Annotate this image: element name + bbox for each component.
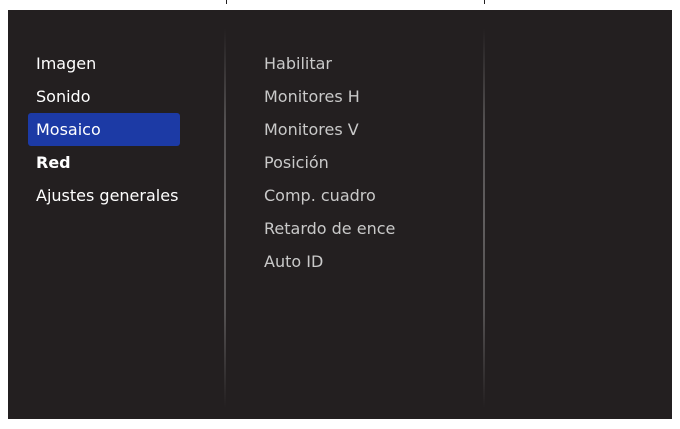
main-menu: Imagen Sonido Mosaico Red Ajustes genera… xyxy=(28,47,180,212)
column-divider-right xyxy=(483,28,485,408)
top-tick-left xyxy=(226,0,227,4)
menu-item-ajustes-generales[interactable]: Ajustes generales xyxy=(28,179,180,212)
submenu-item-posicion[interactable]: Posición xyxy=(264,146,464,179)
top-tick-right xyxy=(484,0,485,4)
submenu-item-monitores-h[interactable]: Monitores H xyxy=(264,80,464,113)
menu-item-sonido[interactable]: Sonido xyxy=(28,80,180,113)
submenu-item-auto-id[interactable]: Auto ID xyxy=(264,245,464,278)
column-divider-left xyxy=(224,28,226,408)
submenu-item-retardo-de-ence[interactable]: Retardo de ence xyxy=(264,212,464,245)
menu-item-imagen[interactable]: Imagen xyxy=(28,47,180,80)
submenu: Habilitar Monitores H Monitores V Posici… xyxy=(264,47,464,278)
menu-item-red[interactable]: Red xyxy=(28,146,180,179)
osd-menu-screen: Imagen Sonido Mosaico Red Ajustes genera… xyxy=(8,10,672,419)
submenu-item-monitores-v[interactable]: Monitores V xyxy=(264,113,464,146)
submenu-item-comp-cuadro[interactable]: Comp. cuadro xyxy=(264,179,464,212)
menu-item-mosaico[interactable]: Mosaico xyxy=(28,113,180,146)
submenu-item-habilitar[interactable]: Habilitar xyxy=(264,47,464,80)
